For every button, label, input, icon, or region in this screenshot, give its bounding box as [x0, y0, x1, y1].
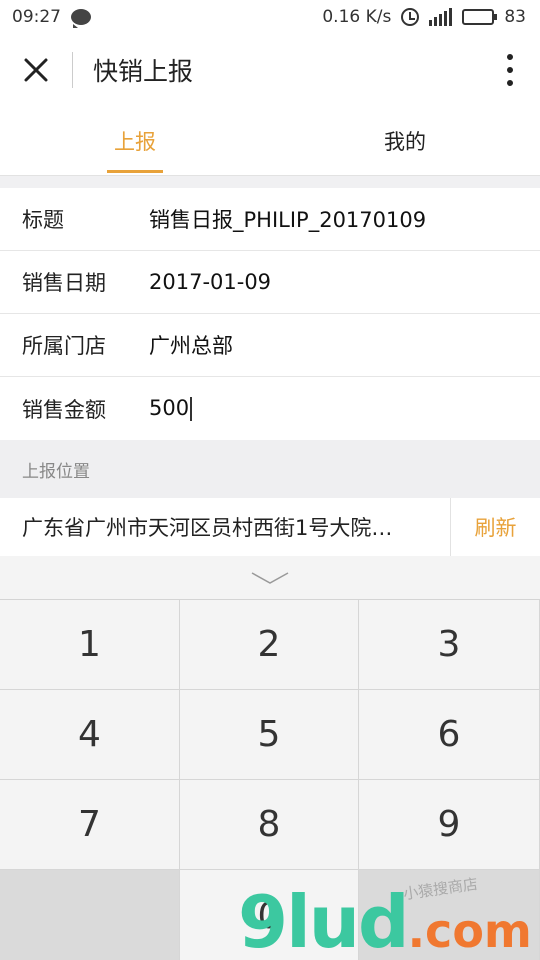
store-field[interactable]: 广州总部: [149, 330, 233, 360]
field-label: 销售金额: [22, 397, 106, 422]
page-title: 快销上报: [93, 57, 194, 86]
key-9[interactable]: 9: [359, 780, 540, 869]
more-options-button[interactable]: [480, 34, 540, 106]
key-blank-left[interactable]: [0, 870, 180, 960]
field-label: 销售日期: [22, 271, 106, 295]
more-vertical-icon: [507, 54, 513, 60]
title-divider: [72, 52, 73, 88]
battery-level: 83: [504, 7, 526, 27]
network-speed: 0.16 K/s: [322, 7, 392, 27]
key-7[interactable]: 7: [0, 780, 180, 869]
key-4[interactable]: 4: [0, 690, 180, 779]
tab-bar: 上报 我的: [0, 106, 540, 176]
location-row: 广东省广州市天河区员村西街1号大院… 刷新: [0, 498, 540, 556]
amount-input[interactable]: 500: [149, 396, 193, 421]
report-form: 标题 销售日报_PHILIP_20170109 销售日期 2017-01-09 …: [0, 188, 540, 440]
key-5[interactable]: 5: [180, 690, 359, 779]
key-6[interactable]: 6: [359, 690, 540, 779]
numeric-keyboard: 1 2 3 4 5 6 7 8 9 0: [0, 556, 540, 960]
key-2[interactable]: 2: [180, 600, 359, 689]
form-row-sale-date[interactable]: 销售日期 2017-01-09: [0, 251, 540, 314]
key-blank-right[interactable]: [359, 870, 540, 960]
close-button[interactable]: [0, 34, 72, 106]
key-3[interactable]: 3: [359, 600, 540, 689]
sale-date-field[interactable]: 2017-01-09: [149, 270, 271, 294]
signal-icon: [429, 8, 453, 26]
field-label: 所属门店: [22, 334, 106, 358]
keypad: 1 2 3 4 5 6 7 8 9 0: [0, 600, 540, 960]
text-cursor: [190, 397, 193, 421]
alarm-icon: [401, 8, 420, 26]
section-header-location: 上报位置: [0, 440, 540, 498]
battery-icon: [462, 9, 498, 25]
status-time: 09:27: [12, 7, 61, 27]
key-0[interactable]: 0: [180, 870, 359, 960]
chevron-down-icon: [251, 571, 289, 584]
close-icon: [24, 58, 48, 82]
location-address: 广东省广州市天河区员村西街1号大院…: [22, 516, 393, 540]
status-bar: 09:27 0.16 K/s 83: [0, 0, 540, 34]
refresh-location-button[interactable]: 刷新: [450, 498, 540, 556]
amount-value: 500: [149, 396, 190, 420]
field-label: 标题: [22, 208, 64, 232]
tab-report[interactable]: 上报: [0, 106, 270, 176]
form-row-store[interactable]: 所属门店 广州总部: [0, 314, 540, 377]
title-bar: 快销上报: [0, 34, 540, 106]
form-row-title[interactable]: 标题 销售日报_PHILIP_20170109: [0, 188, 540, 251]
key-1[interactable]: 1: [0, 600, 180, 689]
keyboard-hide-button[interactable]: [0, 556, 540, 600]
message-icon: [71, 9, 91, 28]
title-field[interactable]: 销售日报_PHILIP_20170109: [149, 204, 426, 234]
key-8[interactable]: 8: [180, 780, 359, 869]
form-row-amount[interactable]: 销售金额 500: [0, 377, 540, 440]
tab-mine[interactable]: 我的: [270, 106, 540, 176]
